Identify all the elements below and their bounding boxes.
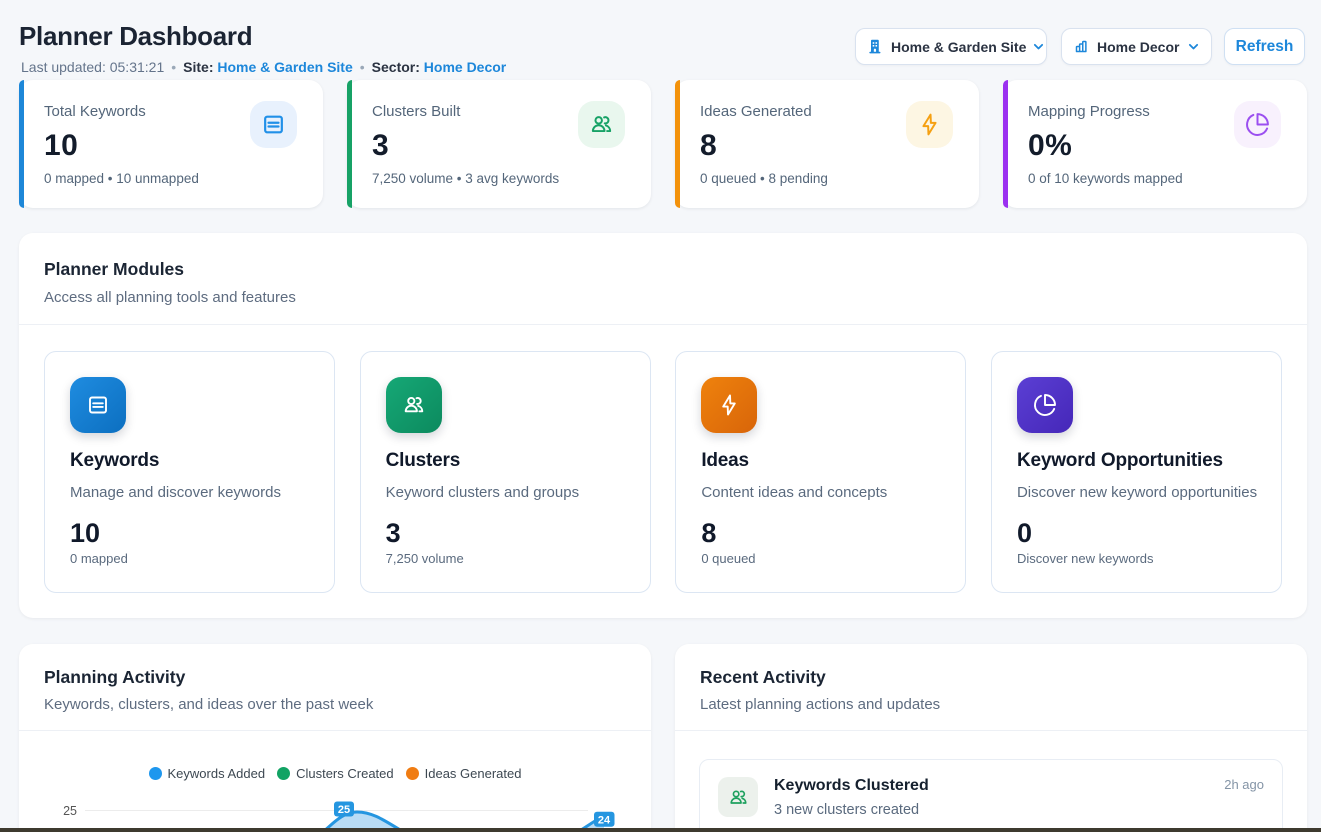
svg-text:25: 25 xyxy=(63,804,77,818)
svg-text:24: 24 xyxy=(598,814,611,826)
svg-text:25: 25 xyxy=(338,804,350,816)
